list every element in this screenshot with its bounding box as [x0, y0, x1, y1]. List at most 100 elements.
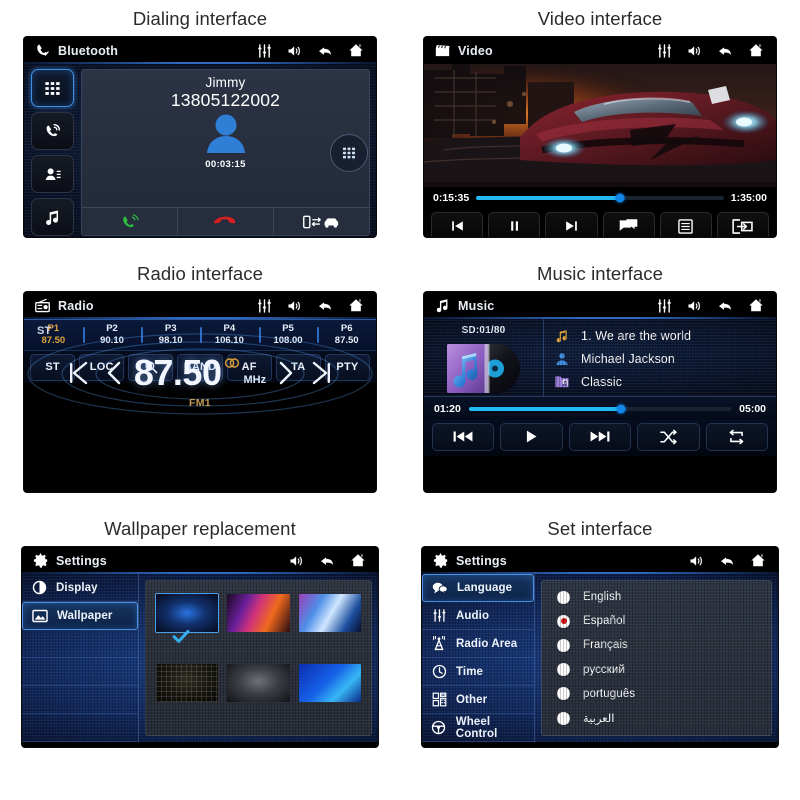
language-label: Español — [583, 615, 626, 628]
music-progress-fill — [468, 406, 621, 411]
video-still-art — [424, 64, 776, 182]
back-arrow-icon[interactable] — [716, 43, 734, 59]
language-option-português[interactable]: português — [542, 687, 771, 701]
radio-seek-next-button[interactable] — [306, 359, 338, 387]
wallpaper-thumbnail-cell[interactable] — [156, 664, 219, 727]
home-icon[interactable] — [347, 297, 365, 314]
video-header-icons — [656, 42, 768, 59]
bt-rail-music[interactable] — [31, 198, 74, 236]
video-pause-button[interactable] — [488, 212, 541, 237]
back-arrow-icon[interactable] — [318, 553, 336, 569]
settings-item-time[interactable]: Time — [422, 658, 534, 686]
language-option-русский[interactable]: русский — [542, 663, 771, 677]
radio-preset-p6[interactable]: P6 87.50 — [317, 323, 376, 347]
wallpaper-thumbnail-cell[interactable] — [298, 664, 361, 727]
radio-preset-p4[interactable]: P4 106.10 — [200, 323, 259, 347]
caption-radio: Radio interface — [137, 263, 263, 284]
settings-item-other[interactable]: Other — [422, 686, 534, 714]
volume-icon[interactable] — [288, 553, 305, 569]
radio-button[interactable] — [557, 711, 570, 725]
volume-icon[interactable] — [688, 553, 705, 569]
video-playlist-button[interactable] — [659, 212, 712, 237]
video-frame[interactable] — [424, 64, 776, 187]
music-previous-button[interactable] — [432, 422, 495, 451]
video-subtitle-button[interactable] — [602, 212, 655, 237]
back-arrow-icon[interactable] — [716, 298, 734, 314]
wallpaper-colorful-waves[interactable] — [227, 594, 290, 632]
wallpaper-thumbnail-cell[interactable] — [227, 664, 290, 727]
music-play-button[interactable] — [500, 422, 563, 451]
end-call-button[interactable] — [178, 208, 274, 235]
equalizer-icon[interactable] — [656, 43, 673, 59]
volume-icon[interactable] — [686, 43, 703, 59]
wallpaper-grey-gradient[interactable] — [227, 664, 290, 702]
video-seek-track[interactable] — [476, 193, 724, 203]
radio-button[interactable] — [557, 638, 570, 652]
music-repeat-button[interactable] — [705, 422, 769, 451]
caption-wallpaper: Wallpaper replacement — [104, 518, 296, 539]
equalizer-icon[interactable] — [256, 298, 273, 314]
radio-step-next-button[interactable] — [270, 359, 302, 387]
equalizer-icon[interactable] — [256, 43, 273, 59]
music-next-button[interactable] — [568, 422, 632, 451]
settings-item-language[interactable]: Language — [422, 574, 534, 602]
dial-pad-button[interactable] — [330, 133, 368, 172]
radio-step-prev-button[interactable] — [98, 359, 130, 387]
end-call-icon — [213, 216, 236, 223]
back-arrow-icon[interactable] — [316, 43, 334, 59]
radio-preset-p1[interactable]: P1 87.50 — [24, 323, 83, 347]
radio-button[interactable] — [557, 590, 570, 604]
back-arrow-icon[interactable] — [718, 553, 736, 569]
equalizer-icon[interactable] — [656, 298, 673, 314]
bt-rail-history[interactable] — [31, 112, 74, 150]
settings-item-audio[interactable]: Audio — [422, 602, 534, 630]
video-screen-share-button[interactable] — [716, 212, 770, 237]
language-option-español[interactable]: Español — [542, 614, 771, 628]
volume-icon[interactable] — [686, 298, 703, 314]
music-shuffle-button[interactable] — [637, 422, 700, 451]
transfer-audio-button[interactable] — [274, 208, 369, 235]
caption-settings: Set interface — [547, 518, 653, 539]
wallpaper-thumbnail-cell[interactable] — [298, 594, 361, 657]
wallpaper-light-blue-burst[interactable] — [298, 594, 361, 632]
wallpaper-blue-glow[interactable] — [156, 594, 219, 632]
radio-button[interactable] — [557, 687, 570, 701]
radio-seek-prev-button[interactable] — [62, 359, 94, 387]
home-icon[interactable] — [347, 42, 365, 59]
radio-preset-p3[interactable]: P3 98.10 — [141, 323, 200, 347]
home-icon[interactable] — [747, 297, 765, 314]
settings-item-wheel-control[interactable]: Wheel Control — [422, 714, 534, 742]
wallpaper-thumbnail-cell[interactable] — [156, 594, 219, 657]
home-icon[interactable] — [749, 552, 767, 569]
settings-item-radio-area[interactable]: Radio Area — [422, 630, 534, 658]
answer-call-button[interactable] — [82, 208, 178, 235]
seek-prev-icon — [69, 361, 88, 385]
back-arrow-icon[interactable] — [316, 298, 334, 314]
wallpaper-item-display[interactable]: Display — [22, 574, 138, 602]
music-seek-track[interactable] — [468, 404, 732, 413]
video-previous-button[interactable] — [431, 212, 484, 237]
radio-title: Radio — [58, 298, 94, 313]
bt-rail-keypad[interactable] — [31, 69, 74, 107]
video-seek-knob[interactable] — [615, 193, 625, 203]
wallpaper-dark-grid[interactable] — [156, 664, 219, 702]
wallpaper-item-wallpaper[interactable]: Wallpaper — [22, 602, 138, 630]
language-option-العربية[interactable]: العربية — [542, 711, 771, 725]
music-main: SD:01/80 1. We are the world Michael Jac… — [424, 319, 776, 396]
radio-button[interactable] — [557, 614, 570, 628]
home-icon[interactable] — [747, 42, 765, 59]
video-next-button[interactable] — [545, 212, 598, 237]
volume-icon[interactable] — [286, 298, 303, 314]
radio-preset-p5[interactable]: P5 108.00 — [258, 323, 318, 347]
bt-rail-contacts[interactable] — [31, 155, 74, 193]
radio-preset-p2[interactable]: P2 90.10 — [82, 323, 142, 347]
radio-frequency: 87.50 — [133, 351, 222, 393]
home-icon[interactable] — [349, 552, 367, 569]
language-option-français[interactable]: Français — [542, 638, 771, 652]
wallpaper-blue-curves[interactable] — [298, 664, 361, 702]
volume-icon[interactable] — [286, 43, 303, 59]
wallpaper-thumbnail-cell[interactable] — [227, 594, 290, 657]
music-seek-knob[interactable] — [616, 404, 626, 413]
radio-button[interactable] — [557, 663, 570, 677]
language-option-english[interactable]: English — [542, 590, 771, 604]
